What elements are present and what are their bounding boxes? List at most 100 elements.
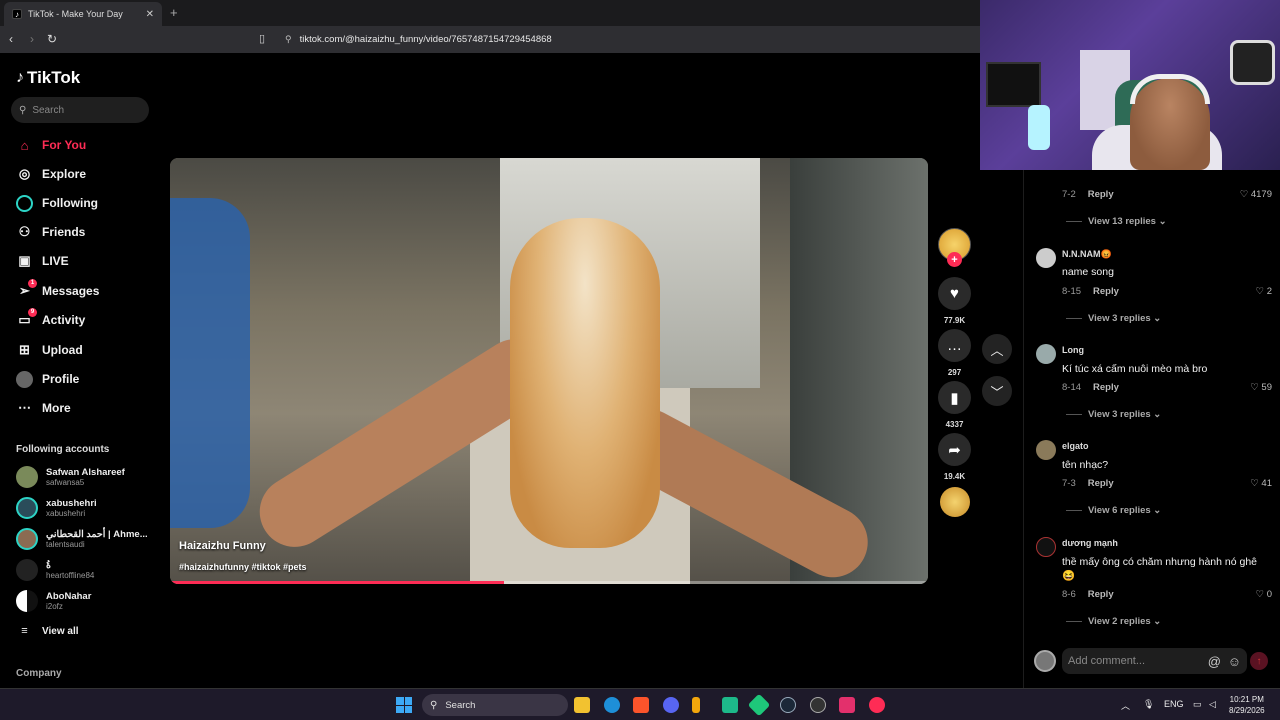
commenter-avatar[interactable] bbox=[1036, 537, 1056, 557]
comment-likes[interactable]: ♡ 4179 bbox=[1240, 189, 1272, 200]
reply-button[interactable]: Reply bbox=[1088, 478, 1114, 489]
video-player[interactable]: Haizaizhu Funny #haizaizhufunny #tiktok … bbox=[170, 158, 928, 584]
forward-icon[interactable]: › bbox=[30, 32, 34, 46]
reply-button[interactable]: Reply bbox=[1088, 589, 1114, 600]
taskbar-clock[interactable]: 10:21 PM 8/29/2026 bbox=[1229, 694, 1265, 716]
account-handle: heartoffline84 bbox=[46, 570, 95, 580]
comment-date: 8-15 bbox=[1062, 286, 1082, 297]
emoji-icon[interactable]: ☺ bbox=[1228, 654, 1241, 669]
account-handle: i2ofz bbox=[46, 601, 63, 611]
comment-likes[interactable]: ♡ 0 bbox=[1256, 589, 1272, 600]
sidebar-item-more[interactable]: ⋯ More bbox=[16, 397, 71, 419]
windows-start-icon[interactable] bbox=[396, 697, 412, 713]
edge-icon[interactable] bbox=[604, 697, 620, 713]
reply-button[interactable]: Reply bbox=[1093, 286, 1119, 297]
new-tab-button[interactable]: + bbox=[170, 5, 178, 20]
view-replies-button[interactable]: View 3 replies ⌄ bbox=[1066, 313, 1161, 324]
comment-meta: 7-2 Reply ♡ 4179 bbox=[1062, 189, 1272, 200]
company-link[interactable]: Company bbox=[16, 668, 62, 679]
sidebar-item-label: Explore bbox=[42, 167, 87, 181]
sidebar-item-following[interactable]: Following bbox=[16, 192, 98, 214]
sidebar-item-for-you[interactable]: ⌂ For You bbox=[16, 134, 87, 156]
like-action[interactable]: ♥ 77.9K bbox=[938, 277, 971, 325]
app-icon[interactable] bbox=[692, 697, 700, 713]
commenter-name[interactable]: Long bbox=[1062, 345, 1084, 355]
comment-likes[interactable]: ♡ 59 bbox=[1250, 382, 1272, 393]
sidebar-item-messages[interactable]: ➢ 1 Messages bbox=[16, 278, 99, 302]
steam-icon[interactable] bbox=[780, 697, 796, 713]
discord-icon[interactable] bbox=[663, 697, 679, 713]
commenter-name[interactable]: elgato bbox=[1062, 441, 1089, 451]
video-author[interactable]: Haizaizhu Funny bbox=[179, 540, 266, 552]
sidebar-item-friends[interactable]: ⚇ Friends bbox=[16, 221, 86, 243]
previous-video-button[interactable]: ︿ bbox=[982, 334, 1012, 364]
send-comment-button[interactable]: ↑ bbox=[1250, 652, 1268, 670]
comment-action[interactable]: … 297 bbox=[938, 329, 971, 377]
language-indicator[interactable]: ENG bbox=[1164, 699, 1184, 709]
reply-button[interactable]: Reply bbox=[1093, 382, 1119, 393]
reply-button[interactable]: Reply bbox=[1088, 189, 1114, 200]
app-icon[interactable] bbox=[839, 697, 855, 713]
volume-icon[interactable]: ◁ bbox=[1209, 699, 1216, 710]
app-icon[interactable] bbox=[722, 697, 738, 713]
save-action[interactable]: ▮ 4337 bbox=[938, 381, 971, 429]
add-comment-input[interactable]: Add comment... @ ☺ bbox=[1062, 648, 1247, 674]
following-account[interactable]: AboNahar i2ofz bbox=[16, 588, 91, 614]
commenter-avatar[interactable] bbox=[1036, 344, 1056, 364]
comment-likes[interactable]: ♡ 41 bbox=[1250, 478, 1272, 489]
sidebar-item-label: Upload bbox=[42, 343, 83, 357]
share-action[interactable]: ➦ 19.4K bbox=[938, 433, 971, 481]
sidebar-item-activity[interactable]: ▭ 9 Activity bbox=[16, 307, 85, 331]
view-replies-label: View 13 replies bbox=[1088, 216, 1156, 227]
mention-icon[interactable]: @ bbox=[1208, 654, 1221, 669]
app-icon[interactable] bbox=[747, 693, 771, 717]
address-bar[interactable]: ⚲ tiktok.com/@haizaizhu_funny/video/7657… bbox=[275, 29, 980, 50]
view-all-button[interactable]: ≡ View all bbox=[16, 620, 78, 642]
view-replies-button[interactable]: View 6 replies ⌄ bbox=[1066, 505, 1161, 516]
following-account[interactable]: Safwan Alshareef safwansa5 bbox=[16, 464, 125, 490]
sidebar-item-explore[interactable]: ◎ Explore bbox=[16, 163, 86, 185]
app-icon[interactable] bbox=[810, 697, 826, 713]
following-account[interactable]: xabushehri xabushehri bbox=[16, 495, 97, 521]
brave-icon[interactable] bbox=[633, 697, 649, 713]
music-disc-icon[interactable] bbox=[940, 487, 970, 517]
search-input[interactable]: ⚲ Search bbox=[11, 97, 149, 123]
heart-icon[interactable]: ♥ bbox=[938, 277, 971, 310]
commenter-name[interactable]: N.N.NAM😡 bbox=[1062, 249, 1112, 260]
sidebar-item-profile[interactable]: Profile bbox=[16, 368, 79, 390]
bookmark-icon[interactable]: ▯ bbox=[259, 32, 265, 45]
tiktok-logo[interactable]: ♪ TikTok bbox=[16, 68, 80, 88]
follow-plus-icon[interactable]: + bbox=[947, 252, 962, 267]
next-video-button[interactable]: ﹀ bbox=[982, 376, 1012, 406]
commenter-avatar[interactable] bbox=[1036, 248, 1056, 268]
sidebar-item-upload[interactable]: ⊞ Upload bbox=[16, 339, 83, 361]
following-account[interactable]: أحمد القحطاني | Ahme... talentsaudi bbox=[16, 526, 148, 552]
view-replies-button[interactable]: View 3 replies ⌄ bbox=[1066, 409, 1161, 420]
comment-icon[interactable]: … bbox=[938, 329, 971, 362]
video-progress-bar[interactable] bbox=[170, 581, 928, 584]
share-icon[interactable]: ➦ bbox=[938, 433, 971, 466]
app-icon[interactable] bbox=[869, 697, 885, 713]
file-explorer-icon[interactable] bbox=[574, 697, 590, 713]
taskbar-search[interactable]: ⚲ Search bbox=[422, 694, 568, 716]
view-replies-button[interactable]: View 2 replies ⌄ bbox=[1066, 616, 1161, 627]
network-icon[interactable]: ▭ bbox=[1193, 699, 1202, 710]
following-account[interactable]: ةُ heartoffline84 bbox=[16, 557, 94, 583]
view-replies-button[interactable]: View 13 replies ⌄ bbox=[1066, 216, 1167, 227]
site-info-icon[interactable]: ⚲ bbox=[285, 34, 292, 45]
comment-like-count: 4179 bbox=[1250, 189, 1272, 200]
browser-tab[interactable]: ♪ TikTok - Make Your Day ✕ bbox=[4, 2, 162, 26]
comment-likes[interactable]: ♡ 2 bbox=[1256, 286, 1272, 297]
reload-icon[interactable]: ↻ bbox=[47, 32, 57, 46]
tab-close-icon[interactable]: ✕ bbox=[146, 9, 154, 20]
activity-icon: ▭ 9 bbox=[16, 307, 37, 329]
video-hashtags[interactable]: #haizaizhufunny #tiktok #pets bbox=[179, 562, 307, 572]
commenter-avatar[interactable] bbox=[1036, 440, 1056, 460]
sidebar-item-live[interactable]: ▣ LIVE bbox=[16, 250, 68, 272]
tray-overflow-icon[interactable]: ︿ bbox=[1121, 699, 1130, 712]
microphone-icon[interactable]: 🎙 bbox=[1143, 699, 1154, 710]
bookmark-icon[interactable]: ▮ bbox=[938, 381, 971, 414]
commenter-name[interactable]: dương mạnh bbox=[1062, 538, 1118, 548]
back-icon[interactable]: ‹ bbox=[9, 32, 13, 46]
comment-text: tên nhạc? bbox=[1062, 459, 1109, 471]
